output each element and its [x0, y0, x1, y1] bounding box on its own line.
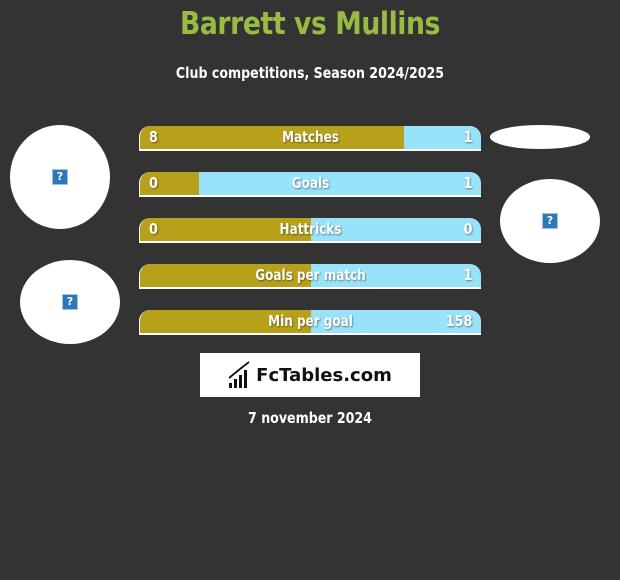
right-value: 1 — [463, 174, 472, 192]
broken-image-icon: ? — [542, 213, 558, 229]
stat-label: Goals — [291, 174, 330, 192]
left-player-club-logo: ? — [20, 260, 120, 344]
broken-image-icon: ? — [62, 294, 78, 310]
page-subtitle: Club competitions, Season 2024/2025 — [175, 64, 445, 82]
left-value: 0 — [149, 220, 158, 238]
bar-chart-icon — [228, 361, 250, 388]
stat-bar-min-per-goal: Min per goal 158 — [139, 310, 481, 335]
left-value: 8 — [149, 128, 158, 146]
date-label: 7 november 2024 — [248, 409, 372, 427]
right-value: 1 — [463, 128, 472, 146]
right-value: 158 — [445, 312, 472, 330]
stat-label: Hattricks — [279, 220, 342, 238]
fctables-logo[interactable]: FcTables.com — [200, 353, 420, 397]
stat-label: Matches — [282, 128, 339, 146]
broken-image-icon: ? — [52, 169, 68, 185]
page-title: Barrett vs Mullins — [179, 6, 441, 42]
stat-bar-goals: 0 Goals 1 — [139, 172, 481, 197]
left-player-avatar: ? — [10, 125, 110, 229]
right-player-avatar: ? — [500, 179, 600, 263]
right-value: 1 — [463, 266, 472, 284]
logo-text: FcTables.com — [256, 364, 392, 386]
right-value: 0 — [463, 220, 472, 238]
stat-bar-goals-per-match: Goals per match 1 — [139, 264, 481, 289]
right-player-placeholder — [490, 125, 590, 149]
stat-bar-hattricks: 0 Hattricks 0 — [139, 218, 481, 243]
left-value: 0 — [149, 174, 158, 192]
stat-label: Min per goal — [268, 312, 353, 330]
stat-label: Goals per match — [255, 266, 366, 284]
stat-bar-matches: 8 Matches 1 — [139, 126, 481, 151]
